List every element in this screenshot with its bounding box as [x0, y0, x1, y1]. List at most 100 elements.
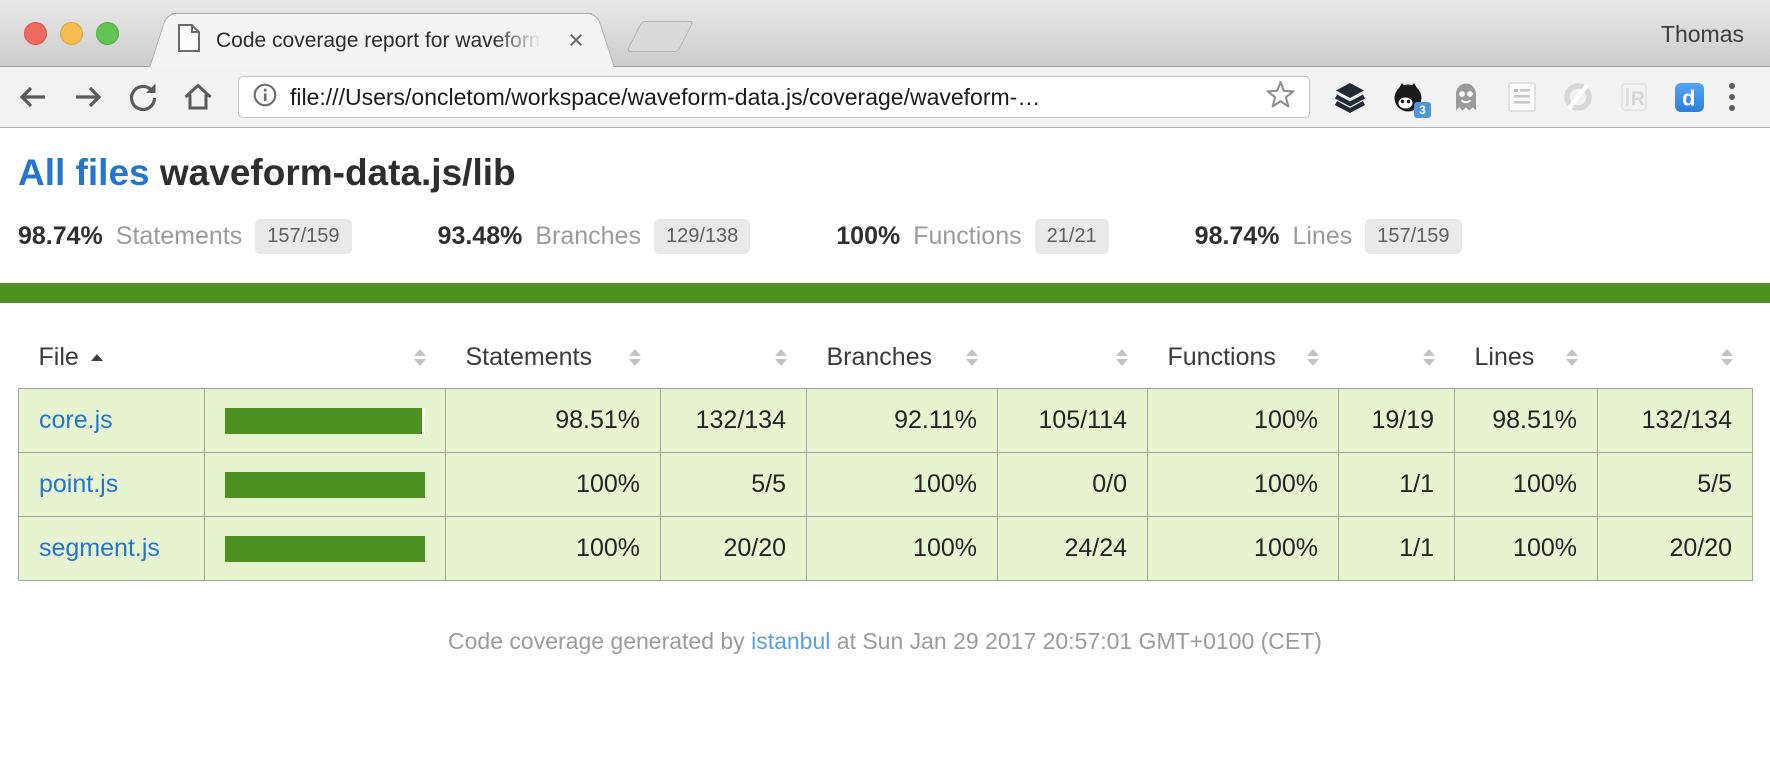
value-cell: 20/20: [661, 517, 807, 581]
report-footer: Code coverage generated by istanbul at S…: [0, 628, 1770, 655]
extensions-bar: 3 R d: [1334, 80, 1705, 114]
layers-extension-icon[interactable]: [1334, 81, 1366, 113]
profile-name[interactable]: Thomas: [1661, 21, 1744, 48]
column-header-content: [1018, 349, 1128, 366]
column-header-functions[interactable]: Functions: [1148, 319, 1339, 389]
value-cell: 92.11%: [807, 389, 998, 453]
summary-metric: 93.48%Branches129/138: [438, 219, 751, 254]
zoom-window-button[interactable]: [96, 22, 119, 45]
tab-close-icon[interactable]: ×: [564, 27, 588, 54]
file-link[interactable]: core.js: [39, 406, 113, 434]
sort-down-arrow: [1721, 359, 1733, 366]
file-link[interactable]: point.js: [39, 470, 118, 498]
sort-toggle-icon[interactable]: [629, 349, 641, 366]
value-cell: 100%: [1455, 453, 1598, 517]
minimize-window-button[interactable]: [60, 22, 83, 45]
sort-down-arrow: [414, 359, 426, 366]
metric-value: 93.48%: [438, 222, 523, 251]
ghostery-extension-icon[interactable]: [1450, 81, 1482, 113]
address-bar[interactable]: file:///Users/oncletom/workspace/wavefor…: [238, 76, 1310, 118]
sort-up-arrow: [414, 349, 426, 356]
close-window-button[interactable]: [24, 22, 47, 45]
column-header-lines[interactable]: Lines: [1455, 319, 1598, 389]
coverage-chart-cell: [205, 517, 446, 581]
sort-toggle-icon[interactable]: [1566, 349, 1578, 366]
column-header-content: [681, 349, 787, 366]
new-tab-button[interactable]: [626, 21, 694, 52]
forward-button[interactable]: [71, 80, 105, 114]
table-row: segment.js100%20/20100%24/24100%1/1100%2…: [19, 517, 1753, 581]
sort-toggle-icon[interactable]: [1307, 349, 1319, 366]
back-button[interactable]: [16, 80, 50, 114]
column-header-content: [1359, 349, 1435, 366]
column-header-sorter[interactable]: [1598, 319, 1753, 389]
page-document-icon: [176, 23, 202, 58]
value-cell: 132/134: [1598, 389, 1753, 453]
value-cell: 132/134: [661, 389, 807, 453]
column-header-sorter[interactable]: [205, 319, 446, 389]
column-header-sorter[interactable]: [1339, 319, 1455, 389]
breadcrumb-current-path: waveform-data.js/lib: [160, 152, 516, 193]
metric-label: Functions: [913, 222, 1021, 251]
coverage-summary: 98.74%Statements157/15993.48%Branches129…: [18, 219, 1770, 254]
file-link[interactable]: segment.js: [39, 534, 160, 562]
value-cell: 98.51%: [1455, 389, 1598, 453]
reading-list-extension-icon[interactable]: [1507, 81, 1537, 113]
sort-toggle-icon[interactable]: [1721, 349, 1733, 366]
svg-text:R: R: [1631, 89, 1645, 110]
sort-up-arrow: [629, 349, 641, 356]
column-header-sorter[interactable]: [998, 319, 1148, 389]
value-cell: 5/5: [661, 453, 807, 517]
sort-toggle-icon[interactable]: [966, 349, 978, 366]
file-cell: segment.js: [19, 517, 205, 581]
column-header-statements[interactable]: Statements: [446, 319, 661, 389]
home-button[interactable]: [181, 80, 215, 114]
summary-metric: 98.74%Lines157/159: [1195, 219, 1462, 254]
column-header-content: Functions: [1168, 343, 1319, 372]
coverage-report-page: All files waveform-data.js/lib 98.74%Sta…: [0, 128, 1770, 655]
column-header-branches[interactable]: Branches: [807, 319, 998, 389]
sort-toggle-icon[interactable]: [1116, 349, 1128, 366]
summary-metric: 100%Functions21/21: [836, 219, 1108, 254]
column-label: File: [39, 343, 79, 372]
metric-label: Branches: [535, 222, 641, 251]
github-extension-icon[interactable]: 3: [1391, 80, 1425, 114]
d-extension-icon[interactable]: d: [1674, 82, 1705, 113]
coverage-bar: [225, 472, 425, 498]
r-extension-icon[interactable]: R: [1619, 81, 1649, 113]
sort-down-arrow: [1116, 359, 1128, 366]
breadcrumb-all-files-link[interactable]: All files: [18, 152, 150, 193]
value-cell: 24/24: [998, 517, 1148, 581]
istanbul-link[interactable]: istanbul: [751, 628, 830, 654]
page-info-icon[interactable]: [252, 82, 278, 113]
url-text: file:///Users/oncletom/workspace/wavefor…: [290, 84, 1253, 111]
sort-toggle-icon[interactable]: [414, 349, 426, 366]
sort-up-arrow: [966, 349, 978, 356]
column-header-content: Statements: [466, 343, 641, 372]
column-label: Functions: [1168, 343, 1276, 372]
sort-asc-icon: [91, 354, 103, 361]
browser-tab[interactable]: Code coverage report for waveform-data.j…: [172, 13, 592, 67]
sort-toggle-icon[interactable]: [1423, 349, 1435, 366]
browser-titlebar: Code coverage report for waveform-data.j…: [0, 0, 1770, 67]
circle-swirl-extension-icon[interactable]: [1562, 81, 1594, 113]
reload-button[interactable]: [126, 80, 160, 114]
column-header-sorter[interactable]: [661, 319, 807, 389]
sort-up-arrow: [1566, 349, 1578, 356]
bookmark-star-icon[interactable]: [1265, 79, 1296, 115]
sort-down-arrow: [966, 359, 978, 366]
github-notification-badge: 3: [1414, 102, 1431, 118]
coverage-table: File Statements Branches Functions Lines cor…: [18, 319, 1753, 581]
value-cell: 100%: [1148, 453, 1339, 517]
sort-toggle-icon[interactable]: [775, 349, 787, 366]
sort-up-arrow: [1721, 349, 1733, 356]
coverage-chart-cell: [205, 453, 446, 517]
metric-fraction-badge: 157/159: [255, 219, 351, 254]
sort-up-arrow: [1116, 349, 1128, 356]
column-header-file[interactable]: File: [19, 319, 205, 389]
column-header-content: [1618, 349, 1733, 366]
browser-menu-icon[interactable]: [1729, 83, 1735, 111]
sort-up-arrow: [1307, 349, 1319, 356]
coverage-bar: [225, 536, 425, 562]
value-cell: 105/114: [998, 389, 1148, 453]
